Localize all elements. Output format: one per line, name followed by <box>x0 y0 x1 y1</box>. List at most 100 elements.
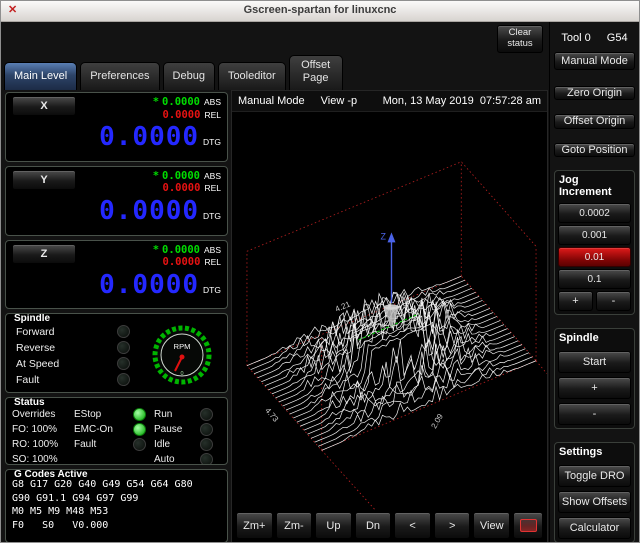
rapid-override-value: RO: 100% <box>12 439 74 450</box>
jog-minus-button[interactable]: - <box>596 291 631 311</box>
close-icon[interactable]: ✕ <box>8 1 17 20</box>
abs-label: ABS <box>204 97 221 107</box>
status-panel-title: Status <box>11 397 48 408</box>
plot-3d-preview[interactable]: Z 4.21 4.73 2.09 <box>232 112 547 510</box>
calculator-button[interactable]: Calculator <box>558 517 631 539</box>
gcodes-panel: G Codes Active G8 G17 G20 G40 G49 G54 G6… <box>5 469 228 543</box>
pause-led <box>200 423 213 436</box>
z-axis-label: Z <box>381 231 387 241</box>
spindle-slower-button[interactable]: - <box>558 403 631 425</box>
idle-led <box>200 438 213 451</box>
tab-offset-page[interactable]: Offset Page <box>289 55 343 91</box>
pan-up-button[interactable]: Up <box>315 512 352 539</box>
axis-select-button-y[interactable]: Y <box>12 170 76 190</box>
jog-increment-section: Jog Increment 0.0002 0.001 0.01 0.1 + - <box>554 170 635 315</box>
emc-on-led <box>133 423 146 436</box>
jog-plus-button[interactable]: + <box>558 291 593 311</box>
dro-small-x: *0.0000ABS 0.0000REL <box>153 96 221 121</box>
at-speed-label: At Speed <box>16 358 59 370</box>
run-led <box>200 408 213 421</box>
idle-cell: Idle <box>154 438 221 451</box>
overrides-label: Overrides <box>12 409 74 420</box>
jog-increment-0.0002-button[interactable]: 0.0002 <box>558 203 631 223</box>
goto-position-button[interactable]: Goto Position <box>554 143 635 157</box>
dro-panel-x: X *0.0000ABS 0.0000REL 0.0000 DTG <box>5 92 228 162</box>
dro-small-y: *0.0000ABS 0.0000REL <box>153 170 221 195</box>
forward-label: Forward <box>16 326 55 338</box>
plot-header: Manual Mode View -p Mon, 13 May 2019 07:… <box>232 91 547 112</box>
app-body: Clear status Main Level Preferences Debu… <box>1 22 639 543</box>
rel-label: REL <box>204 257 221 267</box>
plot-button-bar: Zm+ Zm- Up Dn < > View <box>232 510 547 542</box>
tab-debug[interactable]: Debug <box>163 62 215 90</box>
jog-increment-0.001-button[interactable]: 0.001 <box>558 225 631 245</box>
spindle-indicator-panel: Spindle Forward Reverse At Speed Fault R… <box>5 313 228 393</box>
fault-status-led <box>133 438 146 451</box>
show-offsets-button[interactable]: Show Offsets <box>558 491 631 513</box>
zero-origin-button[interactable]: Zero Origin <box>554 86 635 100</box>
dro-small-z: *0.0000ABS 0.0000REL <box>153 244 221 269</box>
axis-select-button-x[interactable]: X <box>12 96 76 116</box>
abs-label: ABS <box>204 171 221 181</box>
zoom-out-button[interactable]: Zm- <box>276 512 313 539</box>
abs-label: ABS <box>204 245 221 255</box>
jog-increment-0.1-button[interactable]: 0.1 <box>558 269 631 289</box>
zoom-in-button[interactable]: Zm+ <box>236 512 273 539</box>
tool-number-label: Tool 0 <box>561 32 590 44</box>
settings-section-label: Settings <box>558 445 631 461</box>
run-label: Run <box>154 409 172 420</box>
abs-value-y: 0.0000 <box>162 170 200 182</box>
auto-cell: Auto <box>154 453 221 465</box>
rpm-gauge-label: RPM <box>174 342 191 351</box>
fault-status-label: Fault <box>74 439 96 450</box>
pan-right-button[interactable]: > <box>434 512 471 539</box>
dro-panel-z: Z *0.0000ABS 0.0000REL 0.0000 DTG <box>5 240 228 310</box>
rel-value-z: 0.0000 <box>163 256 201 268</box>
tab-tooleditor[interactable]: Tooleditor <box>218 62 286 90</box>
fault-cell: Fault <box>74 438 154 451</box>
pan-down-button[interactable]: Dn <box>355 512 392 539</box>
abs-value-x: 0.0000 <box>162 96 200 108</box>
dimension-right: 2.09 <box>429 412 445 430</box>
offset-origin-button[interactable]: Offset Origin <box>554 114 635 128</box>
idle-label: Idle <box>154 439 170 450</box>
pause-cell: Pause <box>154 423 221 436</box>
rel-value-y: 0.0000 <box>163 182 201 194</box>
gcode-line-1: G8 G17 G20 G40 G49 G54 G64 G80 <box>12 478 221 492</box>
pan-left-button[interactable]: < <box>394 512 431 539</box>
spindle-reverse-row: Reverse <box>12 341 130 354</box>
spindle-faster-button[interactable]: + <box>558 377 631 399</box>
rel-label: REL <box>204 183 221 193</box>
jog-increment-0.01-button-selected[interactable]: 0.01 <box>558 247 631 267</box>
window-title: Gscreen-spartan for linuxcnc <box>244 4 397 16</box>
dimension-left: 4.21 <box>334 299 352 314</box>
pause-label: Pause <box>154 424 182 435</box>
content-row: X *0.0000ABS 0.0000REL 0.0000 DTG <box>1 90 549 543</box>
plot-grid-lines <box>247 162 547 510</box>
top-strip: Clear status <box>1 22 549 56</box>
view-button[interactable]: View <box>473 512 510 539</box>
spindle-panel-title: Spindle <box>11 313 53 324</box>
spindle-control-section: Spindle Start + - <box>554 328 635 429</box>
manual-mode-button[interactable]: Manual Mode <box>554 52 635 70</box>
clear-status-line2: status <box>507 39 532 50</box>
toggle-dro-button[interactable]: Toggle DRO <box>558 465 631 487</box>
clear-status-button[interactable]: Clear status <box>497 25 543 53</box>
fault-led <box>117 373 130 386</box>
forward-led <box>117 325 130 338</box>
homed-indicator-y: * <box>153 170 159 182</box>
dro-sidebar: X *0.0000ABS 0.0000REL 0.0000 DTG <box>1 90 230 543</box>
axis-select-button-z[interactable]: Z <box>12 244 76 264</box>
emc-on-label: EMC-On <box>74 424 113 435</box>
spindle-start-button[interactable]: Start <box>558 351 631 373</box>
clear-plot-button[interactable] <box>513 512 543 539</box>
right-button-panel: Tool 0 G54 Manual Mode Zero Origin Offse… <box>549 22 639 543</box>
rpm-gauge-zero: 0 <box>180 371 183 377</box>
tab-main-level[interactable]: Main Level <box>4 62 77 90</box>
reverse-led <box>117 341 130 354</box>
gcodes-panel-title: G Codes Active <box>11 469 91 480</box>
app-window: ✕ Gscreen-spartan for linuxcnc Clear sta… <box>0 0 640 543</box>
datetime-label: Mon, 13 May 2019 07:57:28 am <box>383 95 541 107</box>
spindle-override-value: SO: 100% <box>12 454 74 465</box>
tab-preferences[interactable]: Preferences <box>80 62 159 90</box>
